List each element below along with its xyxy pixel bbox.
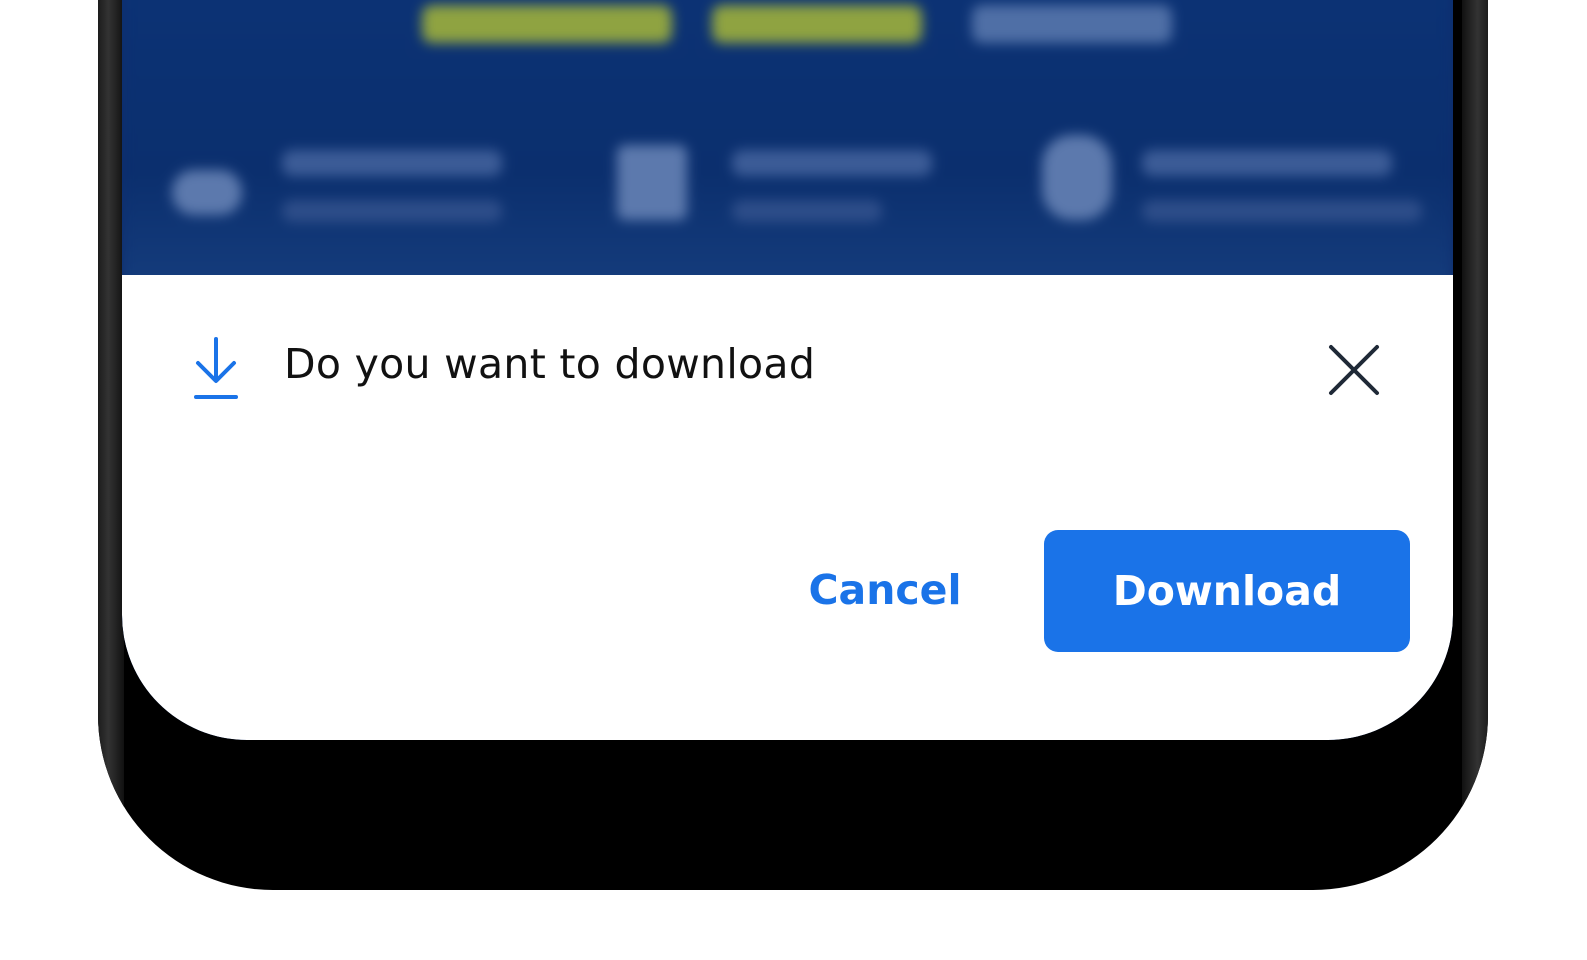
phone-bezel-right — [1462, 0, 1488, 890]
blurred-feature-text-3 — [1142, 150, 1392, 176]
dialog-title: Do you want to download — [284, 340, 816, 388]
phone-frame: Do you want to download Cancel Download — [98, 0, 1488, 890]
blurred-banner-text-white — [972, 5, 1172, 43]
blurred-banner-text-yellow-1 — [422, 5, 672, 43]
download-button[interactable]: Download — [1044, 530, 1410, 652]
blurred-feature-icon-2 — [617, 145, 687, 220]
blurred-webpage-background — [122, 0, 1453, 300]
blurred-feature-text-1 — [282, 150, 502, 176]
viewport: Do you want to download Cancel Download — [0, 0, 1587, 960]
download-arrow-icon — [192, 335, 240, 403]
phone-bezel-left — [98, 0, 124, 890]
blurred-feature-subtext-1 — [282, 200, 502, 222]
blurred-feature-text-2 — [732, 150, 932, 176]
blurred-banner-text-yellow-2 — [712, 5, 922, 43]
blurred-feature-subtext-2 — [732, 200, 882, 222]
phone-screen: Do you want to download Cancel Download — [122, 0, 1453, 740]
blurred-feature-icon-3 — [1042, 135, 1112, 220]
close-icon[interactable] — [1327, 343, 1381, 397]
blurred-feature-icon-1 — [172, 170, 242, 215]
blurred-feature-subtext-3 — [1142, 200, 1422, 222]
download-bottom-sheet: Do you want to download Cancel Download — [122, 275, 1453, 740]
cancel-button[interactable]: Cancel — [790, 530, 980, 650]
